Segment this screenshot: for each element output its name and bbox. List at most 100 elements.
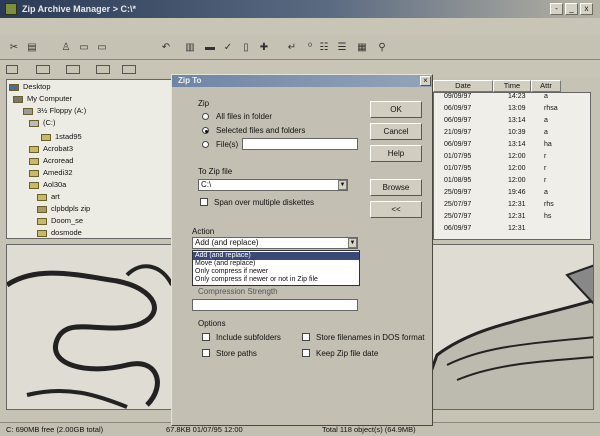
- browse-button[interactable]: Browse: [370, 179, 422, 196]
- help-button[interactable]: Help: [370, 145, 422, 162]
- status-selected: 67.8KB 01/07/95 12:00: [166, 425, 243, 434]
- forward-icon[interactable]: [66, 65, 80, 74]
- keep-date-checkbox[interactable]: [302, 349, 310, 357]
- grid-icon[interactable]: ▦: [356, 42, 368, 54]
- span-checkbox[interactable]: [200, 198, 208, 206]
- to-zip-input[interactable]: C:\: [198, 179, 348, 191]
- tree-item-desktop[interactable]: Desktop: [9, 82, 51, 93]
- radio-selected-files-label: Selected files and folders: [216, 126, 306, 135]
- status-free: C: 690MB free (2.00GB total): [6, 425, 104, 434]
- delete-icon[interactable]: ▭: [78, 42, 90, 54]
- title-bar[interactable]: Zip Archive Manager > C:\* - _ x: [0, 0, 600, 18]
- minimize-button[interactable]: -: [550, 3, 563, 15]
- action-option[interactable]: Only compress if newer: [193, 268, 359, 276]
- table-row[interactable]: 01/08/95 12:00 r: [434, 177, 590, 188]
- tree-item[interactable]: Acrobat3: [29, 144, 73, 155]
- find-icon[interactable]: ⚲: [376, 42, 388, 54]
- table-row[interactable]: 01/07/95 12:00 r: [434, 153, 590, 164]
- folder-icon: [37, 217, 47, 225]
- tree-item[interactable]: 1stad95: [41, 132, 82, 143]
- column-attr[interactable]: Attr: [531, 80, 561, 92]
- tree-item[interactable]: clpbdpls zip: [37, 204, 90, 215]
- table-row[interactable]: 06/09/97 12:31: [434, 225, 590, 236]
- compression-slider[interactable]: [192, 299, 358, 311]
- tree-item-floppy[interactable]: 3½ Floppy (A:): [23, 106, 86, 117]
- compression-label: Compression Strength: [198, 287, 278, 296]
- store-paths-label: Store paths: [216, 349, 257, 358]
- column-date[interactable]: Date: [433, 80, 493, 92]
- tree-item[interactable]: Aol30a: [29, 180, 66, 191]
- table-row[interactable]: 25/07/97 12:31 rhs: [434, 201, 590, 212]
- to-zip-dropdown-icon[interactable]: ▼: [338, 180, 347, 190]
- trash-icon[interactable]: ▯: [240, 42, 252, 54]
- folder-icon: [29, 157, 39, 165]
- store-dos-checkbox[interactable]: [302, 333, 310, 341]
- files-input[interactable]: [242, 138, 358, 150]
- refresh-icon[interactable]: ↶: [160, 42, 172, 54]
- options-label: Options: [198, 319, 226, 328]
- home-icon[interactable]: [122, 65, 136, 74]
- dialog-title[interactable]: Zip To: [172, 75, 432, 87]
- sort-icon[interactable]: ⁰: [304, 42, 316, 54]
- folder-tree: Desktop My Computer 3½ Floppy (A:) (C:) …: [6, 79, 172, 239]
- cancel-button[interactable]: Cancel: [370, 123, 422, 140]
- check-icon[interactable]: ✓: [222, 42, 234, 54]
- table-row[interactable]: 09/09/97 14:23 a: [434, 93, 590, 104]
- list-icon[interactable]: ☰: [336, 42, 348, 54]
- copy-icon[interactable]: ▤: [26, 42, 38, 54]
- dialog-close-button[interactable]: ×: [420, 76, 431, 86]
- action-option[interactable]: Move (and replace): [193, 260, 359, 268]
- up-folder-icon[interactable]: [96, 65, 110, 74]
- radio-all-files[interactable]: [202, 113, 209, 120]
- zip-icon: [37, 205, 47, 213]
- add-icon[interactable]: ✚: [258, 42, 270, 54]
- tree-item[interactable]: art: [37, 192, 60, 203]
- keep-date-label: Keep Zip file date: [316, 349, 379, 358]
- drive-icon[interactable]: [6, 65, 18, 74]
- include-subfolders-checkbox[interactable]: [202, 333, 210, 341]
- tree-item[interactable]: dosmode: [37, 228, 82, 239]
- table-row[interactable]: 06/09/97 13:14 a: [434, 117, 590, 128]
- close-button[interactable]: x: [580, 3, 593, 15]
- desktop-icon: [9, 83, 19, 91]
- include-subfolders-label: Include subfolders: [216, 333, 281, 342]
- table-row[interactable]: 06/09/97 13:14 ha: [434, 141, 590, 152]
- action-select[interactable]: Add (and replace): [192, 237, 358, 249]
- ok-button[interactable]: OK: [370, 101, 422, 118]
- action-dropdown-list: Add (and replace) Move (and replace) Onl…: [192, 250, 360, 286]
- window-title: Zip Archive Manager > C:\*: [22, 4, 136, 14]
- small-icons-icon[interactable]: ☷: [318, 42, 330, 54]
- action-option[interactable]: Only compress if newer or not in Zip fil…: [193, 276, 359, 284]
- zip-group-label: Zip: [198, 99, 210, 108]
- menu-bar: [0, 18, 600, 35]
- radio-selected-files[interactable]: [202, 127, 209, 134]
- paste-icon[interactable]: ♙: [60, 42, 72, 54]
- cut-icon[interactable]: ✂: [8, 42, 20, 54]
- back-icon[interactable]: [36, 65, 50, 74]
- table-row[interactable]: 25/07/97 12:31 hs: [434, 213, 590, 224]
- zip-to-dialog: Zip To × Zip All files in folder Selecte…: [171, 74, 433, 426]
- action-dropdown-icon[interactable]: ▼: [348, 238, 357, 248]
- table-row[interactable]: 06/09/97 13:09 rhsa: [434, 105, 590, 116]
- back-button[interactable]: <<: [370, 201, 422, 218]
- table-row[interactable]: 01/07/95 12:00 r: [434, 165, 590, 176]
- undo-icon[interactable]: ▭: [96, 42, 108, 54]
- store-paths-checkbox[interactable]: [202, 349, 210, 357]
- radio-files-label: File(s): [216, 140, 239, 149]
- column-time[interactable]: Time: [493, 80, 531, 92]
- tree-item[interactable]: Doom_se: [37, 216, 83, 227]
- maximize-button[interactable]: _: [565, 3, 578, 15]
- extract-icon[interactable]: ↵: [286, 42, 298, 54]
- radio-files[interactable]: [202, 141, 209, 148]
- tree-item[interactable]: Acroread: [29, 156, 73, 167]
- store-dos-label: Store filenames in DOS format: [316, 333, 425, 342]
- table-row[interactable]: 25/09/97 19:46 a: [434, 189, 590, 200]
- view-icon[interactable]: ▥: [184, 42, 196, 54]
- action-option[interactable]: Add (and replace): [193, 252, 359, 260]
- tree-item-my-computer[interactable]: My Computer: [13, 94, 72, 105]
- tree-item-c-drive[interactable]: (C:): [29, 118, 56, 129]
- tree-item[interactable]: Amedi32: [29, 168, 73, 179]
- up-icon[interactable]: ▬: [204, 42, 216, 54]
- table-row[interactable]: 21/09/97 10:39 a: [434, 129, 590, 140]
- file-list: 09/09/97 14:23 a 06/09/97 13:09 rhsa 06/09/9…: [433, 92, 591, 240]
